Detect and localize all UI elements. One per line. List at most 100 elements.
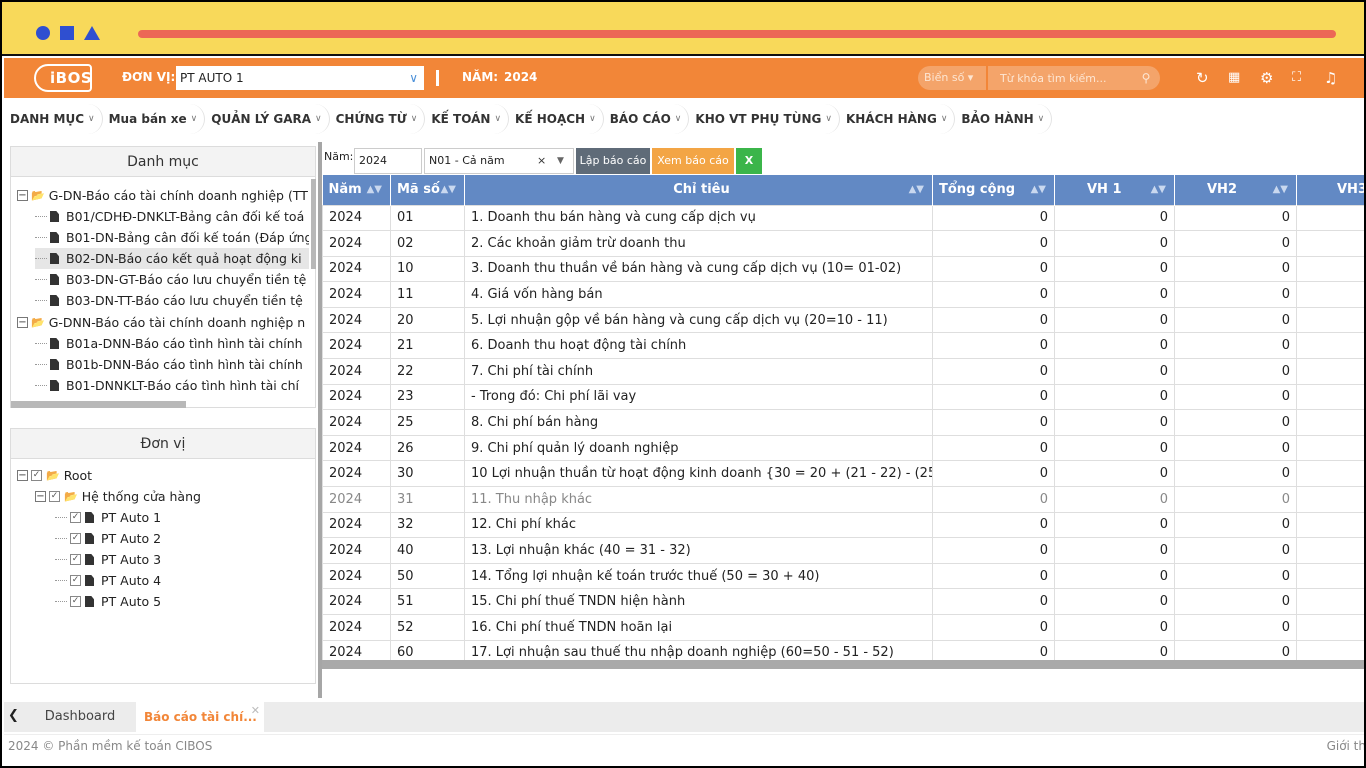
menu-chung-tu[interactable]: CHỨNG TỪ ∨ (330, 104, 426, 134)
checkbox[interactable]: ✓ (70, 596, 81, 607)
clear-icon[interactable]: × (537, 149, 546, 173)
excel-export-icon[interactable]: X (736, 148, 762, 174)
menu-khach-hang[interactable]: KHÁCH HÀNG ∨ (840, 104, 956, 134)
table-row[interactable]: 2024 20 5. Lợi nhuận gộp về bán hàng và cu… (322, 306, 1364, 334)
tree-item-selected[interactable]: B02-DN-Báo cáo kết quả hoạt động ki (35, 248, 309, 269)
logo[interactable]: iBOS (34, 64, 92, 92)
column-header-vh1[interactable]: VH 1 ▲▼ (1054, 175, 1175, 205)
table-row[interactable]: 2024 22 7. Chi phí tài chính 0 0 0 (322, 358, 1364, 385)
column-header-ma-so[interactable]: Mã số ▲▼ (390, 175, 465, 205)
sort-icon[interactable]: ▲▼ (1031, 175, 1046, 205)
table-horizontal-scrollbar[interactable] (322, 660, 1364, 669)
table-cell-empty (1296, 204, 1364, 232)
search-icon[interactable]: ⚲ (1132, 66, 1160, 90)
search-input[interactable] (988, 66, 1132, 90)
menu-danh-muc[interactable]: DANH MỤC ∨ (4, 104, 103, 134)
unit-item[interactable]: ✓ PT Auto 5 (55, 591, 161, 612)
view-report-button[interactable]: Xem báo cáo (652, 148, 734, 174)
table-row[interactable]: 2024 40 13. Lợi nhuận khác (40 = 31 - 32) 0… (322, 537, 1364, 564)
table-row[interactable]: 2024 50 14. Tổng lợi nhuận kế toán trước t… (322, 562, 1364, 590)
menu-quan-ly-gara[interactable]: QUẢN LÝ GARA ∨ (205, 104, 330, 134)
table-row[interactable]: 2024 02 2. Các khoản giảm trừ doanh thu 0 0 0 (322, 230, 1364, 257)
create-report-button[interactable]: Lập báo cáo (576, 148, 650, 174)
circle-icon[interactable] (36, 26, 50, 40)
table-row[interactable]: 2024 01 1. Doanh thu bán hàng và cung cấp … (322, 204, 1364, 232)
checkbox[interactable]: ✓ (70, 533, 81, 544)
collapse-icon[interactable]: − (17, 190, 28, 201)
collapse-icon[interactable]: − (17, 470, 28, 481)
sort-icon[interactable]: ▲▼ (1151, 175, 1166, 205)
close-icon[interactable]: ✕ (251, 696, 260, 726)
collapse-icon[interactable]: − (35, 491, 46, 502)
table-row[interactable]: 2024 26 9. Chi phí quản lý doanh nghiệp 0 0 0 (322, 434, 1364, 462)
tree-item[interactable]: B03-DN-GT-Báo cáo lưu chuyển tiền tệ (35, 269, 306, 290)
table-row[interactable]: 2024 30 10 Lợi nhuận thuần từ hoạt động ki… (322, 460, 1364, 488)
table-row[interactable]: 2024 51 15. Chi phí thuế TNDN hiện hành 0 0 0 (322, 588, 1364, 615)
triangle-icon[interactable] (84, 26, 100, 40)
search-type-select[interactable]: Biển số ▾ (918, 66, 986, 90)
grid-icon[interactable]: ▦ (1228, 68, 1240, 88)
tree-group-g-dn[interactable]: − 📂 G-DN-Báo cáo tài chính doanh nghiệp (T… (17, 185, 308, 206)
menu-mua-ban-xe[interactable]: Mua bán xe ∨ (103, 104, 206, 134)
menu-ke-toan[interactable]: KẾ TOÁN ∨ (425, 104, 510, 134)
tree-item[interactable]: B01b-DNN-Báo cáo tình hình tài chính (35, 354, 303, 375)
unit-group[interactable]: − ✓ 📂 Hệ thống cửa hàng (35, 486, 201, 507)
year-value[interactable]: 2024 (504, 70, 537, 84)
chevron-left-icon[interactable]: ❮ (8, 708, 19, 723)
sort-icon[interactable]: ▲▼ (909, 175, 924, 205)
refresh-icon[interactable]: ↻ (1196, 68, 1209, 88)
menu-ke-hoach[interactable]: KẾ HOẠCH ∨ (509, 104, 604, 134)
fullscreen-icon[interactable]: ⛶ (1292, 68, 1301, 88)
tree-item[interactable]: B01-DNNKLT-Báo cáo tình hình tài chí (35, 375, 299, 393)
dropdown-arrow-icon[interactable]: ▼ (557, 149, 564, 173)
tree-item[interactable]: B01/CDHĐ-DNKLT-Bảng cân đối kế toá (35, 206, 304, 227)
checkbox[interactable]: ✓ (70, 512, 81, 523)
table-row[interactable]: 2024 32 12. Chi phí khác 0 0 0 (322, 511, 1364, 539)
menu-kho-vt-phu-tung[interactable]: KHO VT PHỤ TÙNG ∨ (689, 104, 840, 134)
column-header-tong-cong[interactable]: Tổng cộng ▲▼ (932, 175, 1055, 205)
table-row[interactable]: 2024 10 3. Doanh thu thuần về bán hàng và … (322, 255, 1364, 283)
checkbox[interactable]: ✓ (49, 491, 60, 502)
sort-icon[interactable]: ▲▼ (367, 175, 382, 205)
unit-item[interactable]: ✓ PT Auto 2 (55, 528, 161, 549)
square-icon[interactable] (60, 26, 74, 40)
sort-icon[interactable]: ▲▼ (1273, 175, 1288, 205)
sort-icon[interactable]: ▲▼ (441, 175, 456, 205)
menu-bao-cao[interactable]: BÁO CÁO ∨ (604, 104, 690, 134)
year-filter-input[interactable]: 2024 (354, 148, 422, 174)
tab-report[interactable]: Báo cáo tài chí... ✕ (136, 702, 264, 732)
address-bar[interactable] (138, 30, 1336, 38)
unit-item[interactable]: ✓ PT Auto 3 (55, 549, 161, 570)
column-header-chi-tieu[interactable]: Chỉ tiêu ▲▼ (464, 175, 933, 205)
table-row[interactable]: 2024 11 4. Giá vốn hàng bán 0 0 0 (322, 281, 1364, 308)
table-row[interactable]: 2024 23- Trong đó: Chi phí lãi vay 0 0 0 (322, 383, 1364, 411)
table-body: 2024 01 1. Doanh thu bán hàng và cung cấp … (322, 204, 1364, 667)
table-row[interactable]: 2024 25 8. Chi phí bán hàng 0 0 0 (322, 409, 1364, 436)
column-header-nam[interactable]: Năm ▲▼ (322, 175, 391, 205)
menu-bao-hanh[interactable]: BẢO HÀNH ∨ (955, 104, 1053, 134)
table-row[interactable]: 2024 31 11. Thu nhập khác 0 0 0 (322, 486, 1364, 513)
unit-item[interactable]: ✓ PT Auto 4 (55, 570, 161, 591)
tree-item[interactable]: B01-DN-Bảng cân đối kế toán (Đáp ứng (35, 227, 309, 248)
tab-dashboard[interactable]: Dashboard (28, 702, 132, 732)
unit-item[interactable]: ✓ PT Auto 1 (55, 507, 161, 528)
table-row[interactable]: 2024 52 16. Chi phí thuế TNDN hoãn lại 0 0 0 (322, 614, 1364, 641)
tree-item[interactable]: B01a-DNN-Báo cáo tình hình tài chính (35, 333, 303, 354)
unit-select[interactable]: PT AUTO 1 ∨ (176, 66, 424, 90)
table-row[interactable]: 2024 21 6. Doanh thu hoạt động tài chính 0 0… (322, 332, 1364, 360)
unit-root[interactable]: − ✓ 📂 Root (17, 465, 92, 486)
tree-group-g-dnn[interactable]: − 📂 G-DNN-Báo cáo tài chính doanh nghiệp n (17, 312, 305, 333)
tree-item[interactable]: B03-DN-TT-Báo cáo lưu chuyển tiền tệ (35, 290, 303, 311)
footer-link[interactable]: Giới th (1327, 735, 1364, 757)
checkbox[interactable]: ✓ (70, 554, 81, 565)
column-header-vh3[interactable]: VH3 (1296, 175, 1364, 205)
collapse-icon[interactable]: − (17, 317, 28, 328)
checkbox[interactable]: ✓ (31, 470, 42, 481)
gear-icon[interactable]: ⚙ (1260, 68, 1273, 88)
checkbox[interactable]: ✓ (70, 575, 81, 586)
category-vertical-scrollbar[interactable] (311, 179, 316, 269)
column-header-vh2[interactable]: VH2 ▲▼ (1174, 175, 1297, 205)
bell-icon[interactable]: ♫ (1324, 68, 1337, 88)
period-select[interactable]: N01 - Cả năm × ▼ (424, 148, 574, 174)
category-horizontal-scrollbar[interactable] (11, 401, 186, 408)
